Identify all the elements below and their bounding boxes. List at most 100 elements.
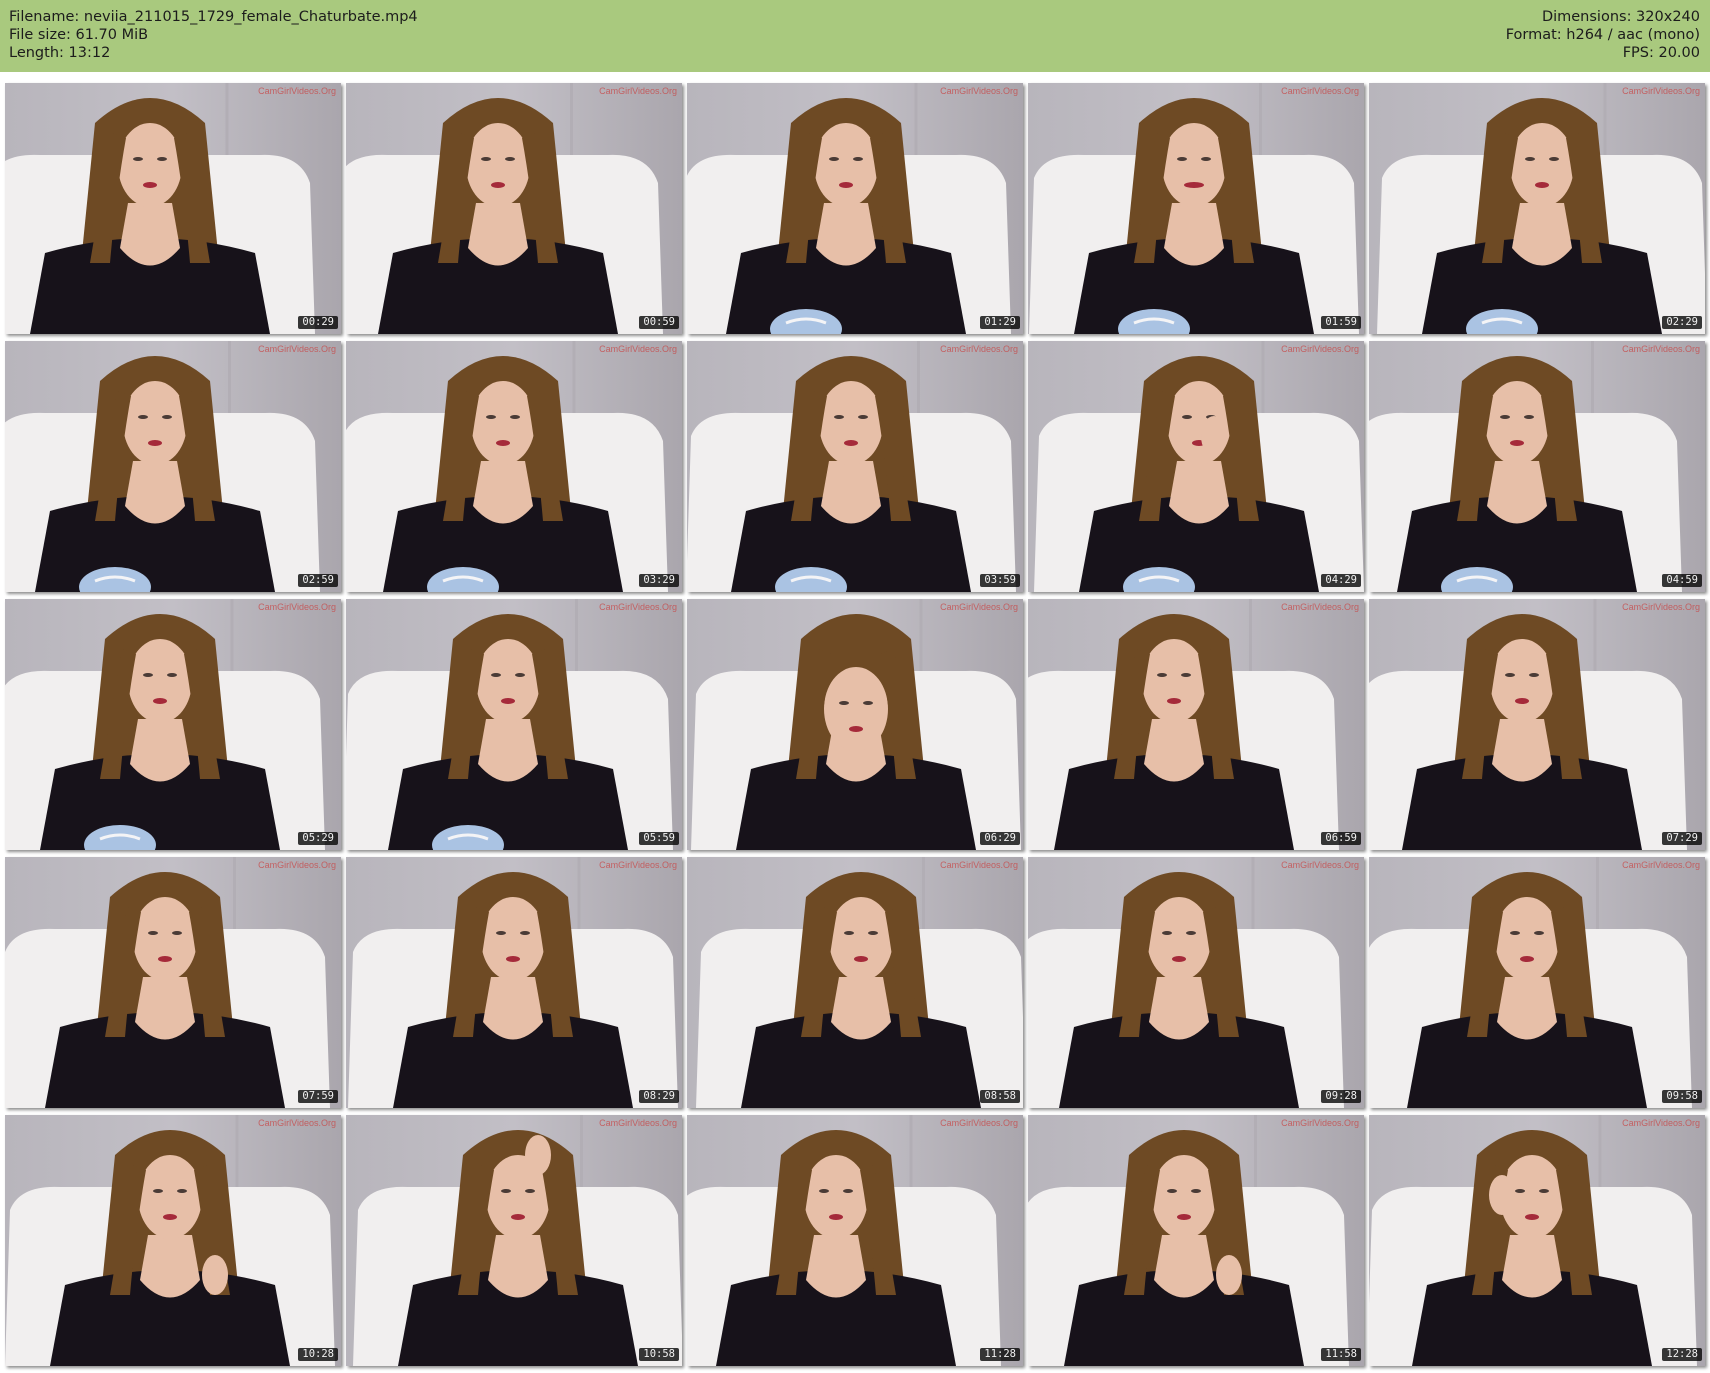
timestamp-label: 05:29	[298, 832, 338, 845]
watermark-logo: CamGirlVideos.Org	[1622, 344, 1700, 354]
watermark-logo: CamGirlVideos.Org	[940, 344, 1018, 354]
timestamp-label: 07:59	[298, 1090, 338, 1103]
watermark-logo: CamGirlVideos.Org	[1281, 86, 1359, 96]
video-thumbnail: CamGirlVideos.Org 04:29	[1028, 341, 1364, 592]
video-thumbnail: CamGirlVideos.Org 03:59	[687, 341, 1023, 592]
watermark-logo: CamGirlVideos.Org	[258, 86, 336, 96]
timestamp-label: 04:59	[1662, 574, 1702, 587]
timestamp-label: 01:59	[1321, 316, 1361, 329]
frame-image	[5, 1115, 341, 1366]
video-thumbnail: CamGirlVideos.Org 06:29	[687, 599, 1023, 850]
timestamp-label: 10:58	[639, 1348, 679, 1361]
watermark-logo: CamGirlVideos.Org	[940, 1118, 1018, 1128]
video-thumbnail: CamGirlVideos.Org 07:29	[1369, 599, 1705, 850]
timestamp-label: 02:29	[1662, 316, 1702, 329]
video-thumbnail: CamGirlVideos.Org 11:28	[687, 1115, 1023, 1366]
watermark-logo: CamGirlVideos.Org	[940, 860, 1018, 870]
watermark-logo: CamGirlVideos.Org	[940, 86, 1018, 96]
frame-image	[5, 83, 341, 334]
watermark-logo: CamGirlVideos.Org	[599, 86, 677, 96]
frame-image	[687, 857, 1023, 1108]
video-thumbnail: CamGirlVideos.Org 08:58	[687, 857, 1023, 1108]
video-thumbnail: CamGirlVideos.Org 08:29	[346, 857, 682, 1108]
frame-image	[1369, 83, 1705, 334]
watermark-logo: CamGirlVideos.Org	[1622, 860, 1700, 870]
frame-image	[346, 83, 682, 334]
video-thumbnail: CamGirlVideos.Org 10:58	[346, 1115, 682, 1366]
watermark-logo: CamGirlVideos.Org	[258, 344, 336, 354]
watermark-logo: CamGirlVideos.Org	[1281, 344, 1359, 354]
fps-text: FPS: 20.00	[1622, 45, 1700, 61]
video-thumbnail: CamGirlVideos.Org 00:29	[5, 83, 341, 334]
timestamp-label: 06:59	[1321, 832, 1361, 845]
timestamp-label: 03:59	[980, 574, 1020, 587]
frame-image	[5, 857, 341, 1108]
video-thumbnail: CamGirlVideos.Org 09:28	[1028, 857, 1364, 1108]
timestamp-label: 05:59	[639, 832, 679, 845]
timestamp-label: 06:29	[980, 832, 1020, 845]
video-thumbnail: CamGirlVideos.Org 09:58	[1369, 857, 1705, 1108]
video-thumbnail: CamGirlVideos.Org 11:58	[1028, 1115, 1364, 1366]
timestamp-label: 08:58	[980, 1090, 1020, 1103]
frame-image	[5, 341, 341, 592]
watermark-logo: CamGirlVideos.Org	[599, 344, 677, 354]
timestamp-label: 10:28	[298, 1348, 338, 1361]
length-text: Length: 13:12	[9, 45, 111, 61]
frame-image	[1028, 599, 1364, 850]
frame-image	[687, 341, 1023, 592]
watermark-logo: CamGirlVideos.Org	[258, 602, 336, 612]
frame-image	[1028, 341, 1364, 592]
frame-image	[687, 83, 1023, 334]
video-thumbnail: CamGirlVideos.Org 07:59	[5, 857, 341, 1108]
file-info-left: Filename: neviia_211015_1729_female_Chat…	[9, 8, 418, 62]
watermark-logo: CamGirlVideos.Org	[1622, 602, 1700, 612]
frame-image	[346, 599, 682, 850]
thumbnail-grid: CamGirlVideos.Org 00:29 CamGirlVideos.Org 0…	[5, 83, 1705, 1366]
video-thumbnail: CamGirlVideos.Org 01:59	[1028, 83, 1364, 334]
watermark-logo: CamGirlVideos.Org	[599, 1118, 677, 1128]
timestamp-label: 00:59	[639, 316, 679, 329]
watermark-logo: CamGirlVideos.Org	[1281, 1118, 1359, 1128]
video-thumbnail: CamGirlVideos.Org 12:28	[1369, 1115, 1705, 1366]
video-thumbnail: CamGirlVideos.Org 04:59	[1369, 341, 1705, 592]
watermark-logo: CamGirlVideos.Org	[1622, 86, 1700, 96]
format-text: Format: h264 / aac (mono)	[1505, 27, 1700, 43]
video-thumbnail: CamGirlVideos.Org 05:29	[5, 599, 341, 850]
filesize-text: File size: 61.70 MiB	[9, 27, 149, 43]
timestamp-label: 09:58	[1662, 1090, 1702, 1103]
watermark-logo: CamGirlVideos.Org	[1281, 602, 1359, 612]
frame-image	[1369, 857, 1705, 1108]
watermark-logo: CamGirlVideos.Org	[599, 860, 677, 870]
timestamp-label: 01:29	[980, 316, 1020, 329]
frame-image	[687, 1115, 1023, 1366]
file-info-right: Dimensions: 320x240 Format: h264 / aac (…	[1506, 8, 1700, 62]
timestamp-label: 09:28	[1321, 1090, 1361, 1103]
video-thumbnail: CamGirlVideos.Org 03:29	[346, 341, 682, 592]
frame-image	[1028, 83, 1364, 334]
frame-image	[346, 1115, 682, 1366]
frame-image	[346, 857, 682, 1108]
timestamp-label: 00:29	[298, 316, 338, 329]
video-thumbnail: CamGirlVideos.Org 00:59	[346, 83, 682, 334]
timestamp-label: 02:59	[298, 574, 338, 587]
frame-image	[1369, 341, 1705, 592]
frame-image	[5, 599, 341, 850]
video-thumbnail: CamGirlVideos.Org 01:29	[687, 83, 1023, 334]
timestamp-label: 11:28	[980, 1348, 1020, 1361]
timestamp-label: 07:29	[1662, 832, 1702, 845]
frame-image	[1369, 599, 1705, 850]
watermark-logo: CamGirlVideos.Org	[1622, 1118, 1700, 1128]
frame-image	[1028, 1115, 1364, 1366]
timestamp-label: 08:29	[639, 1090, 679, 1103]
watermark-logo: CamGirlVideos.Org	[599, 602, 677, 612]
timestamp-label: 11:58	[1321, 1348, 1361, 1361]
frame-image	[1028, 857, 1364, 1108]
video-thumbnail: CamGirlVideos.Org 05:59	[346, 599, 682, 850]
video-thumbnail: CamGirlVideos.Org 06:59	[1028, 599, 1364, 850]
watermark-logo: CamGirlVideos.Org	[1281, 860, 1359, 870]
timestamp-label: 12:28	[1662, 1348, 1702, 1361]
watermark-logo: CamGirlVideos.Org	[940, 602, 1018, 612]
video-thumbnail: CamGirlVideos.Org 10:28	[5, 1115, 341, 1366]
video-thumbnail: CamGirlVideos.Org 02:29	[1369, 83, 1705, 334]
filename-text: Filename: neviia_211015_1729_female_Chat…	[9, 9, 418, 25]
